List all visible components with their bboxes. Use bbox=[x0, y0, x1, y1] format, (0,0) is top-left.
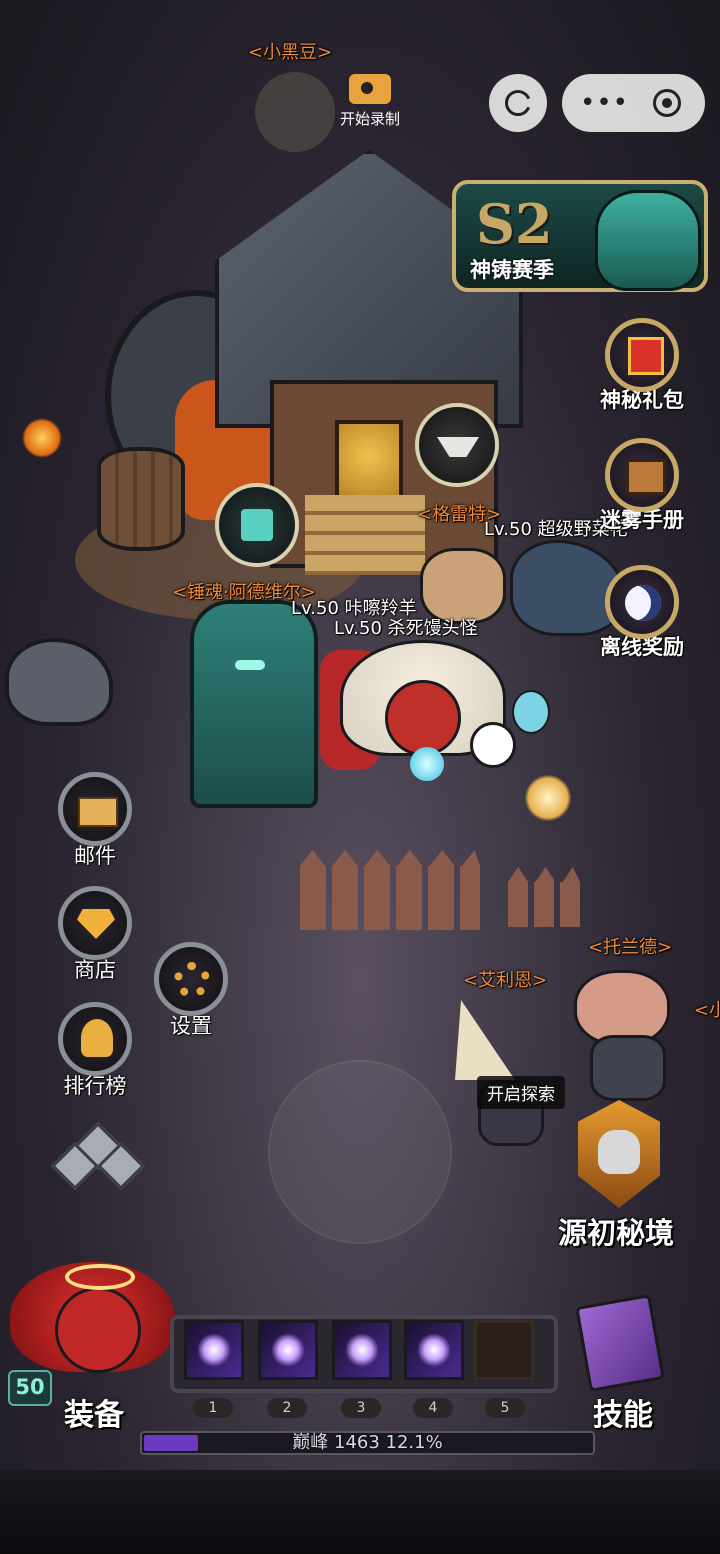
npc-name-offscreen: <小 bbox=[694, 1000, 720, 1021]
skill-slot-4[interactable] bbox=[404, 1320, 464, 1380]
npc-black-bean[interactable] bbox=[255, 72, 335, 152]
gift-circle bbox=[605, 318, 679, 392]
rank-progress-text: 巅峰 1463 12.1% bbox=[292, 1432, 443, 1453]
book-circle bbox=[605, 438, 679, 512]
pet-clown bbox=[470, 722, 516, 768]
pacman-icon bbox=[505, 90, 531, 116]
helmet-icon bbox=[81, 1019, 113, 1057]
npc-name-pig: <托兰德> bbox=[588, 937, 673, 958]
moon-icon bbox=[625, 585, 661, 621]
skill-slot-1[interactable] bbox=[184, 1320, 244, 1380]
start-explore-button[interactable]: 开启探索 bbox=[477, 1076, 565, 1109]
barrel bbox=[97, 447, 185, 551]
forge-icon bbox=[241, 509, 273, 541]
season-mask-icon bbox=[595, 190, 701, 291]
npc-name-wizard: <艾利恩> bbox=[463, 970, 548, 991]
gift-icon bbox=[628, 337, 664, 375]
skills-button[interactable] bbox=[570, 1288, 670, 1392]
shop-button[interactable]: 商店 bbox=[50, 886, 140, 984]
mystery-gift-button[interactable]: 神秘礼包 bbox=[600, 318, 684, 414]
wooden-fence bbox=[508, 867, 580, 927]
equip-button[interactable]: 装备 bbox=[64, 1390, 124, 1434]
record-label: 开始录制 bbox=[339, 110, 400, 128]
slot-number: 1 bbox=[193, 1398, 233, 1418]
shop-circle bbox=[58, 886, 132, 960]
magic-orb bbox=[410, 747, 444, 781]
meteor-shower-icon bbox=[417, 1333, 451, 1367]
player-avatar[interactable] bbox=[10, 1232, 175, 1392]
settings-circle bbox=[154, 942, 228, 1016]
spellbook-icon bbox=[575, 1294, 665, 1392]
gold-orb[interactable] bbox=[525, 775, 571, 821]
dome-shield-icon bbox=[345, 1333, 379, 1367]
anvil-button[interactable] bbox=[415, 403, 499, 487]
skull-icon bbox=[598, 1130, 640, 1174]
offline-reward-button[interactable]: 离线奖励 bbox=[600, 565, 684, 661]
gear-icon bbox=[174, 962, 210, 998]
mail-icon bbox=[78, 797, 118, 827]
fog-manual-button[interactable]: 迷雾手册 bbox=[600, 438, 684, 534]
skills-label: 技能 bbox=[593, 1398, 653, 1433]
player-hero-face bbox=[385, 680, 461, 756]
season-label: 神铸赛季 bbox=[470, 258, 554, 282]
torch bbox=[22, 418, 62, 458]
rock bbox=[5, 638, 113, 726]
virtual-joystick[interactable] bbox=[268, 1060, 452, 1244]
footer-bar bbox=[0, 1470, 720, 1554]
leaderboard-button[interactable]: 排行榜 bbox=[50, 1002, 140, 1100]
leaderboard-circle bbox=[58, 1002, 132, 1076]
skill-slot-3[interactable] bbox=[332, 1320, 392, 1380]
npc-wizard-hat bbox=[455, 1000, 515, 1080]
skill-slot-2[interactable] bbox=[258, 1320, 318, 1380]
npc-hammer-soul-statue[interactable] bbox=[190, 600, 318, 808]
avatar-head bbox=[55, 1287, 141, 1373]
slot-number: 2 bbox=[267, 1398, 307, 1418]
player-name: Lv.50 杀死馒头怪 bbox=[334, 618, 478, 639]
settings-button[interactable]: 设置 bbox=[146, 942, 236, 1040]
skill-slot-5[interactable] bbox=[474, 1320, 534, 1380]
gem-icon bbox=[77, 909, 115, 939]
player-cow[interactable] bbox=[420, 548, 506, 624]
slot-number: 5 bbox=[485, 1398, 525, 1418]
balloon bbox=[512, 690, 550, 734]
level-badge: 50 bbox=[8, 1370, 52, 1406]
book-icon bbox=[626, 459, 666, 495]
slot-number: 3 bbox=[341, 1398, 381, 1418]
season-badge: S2 bbox=[476, 192, 553, 256]
secret-realm-button[interactable] bbox=[568, 1100, 678, 1210]
house-stairs bbox=[305, 495, 425, 575]
light-beam-icon bbox=[271, 1333, 305, 1367]
more-options-icon[interactable]: ••• bbox=[580, 88, 629, 118]
statue-eye bbox=[235, 660, 265, 670]
record-button[interactable]: 开始录制 bbox=[330, 74, 410, 129]
expand-menu-button[interactable] bbox=[50, 1121, 146, 1191]
moon-circle bbox=[605, 565, 679, 639]
npc-name-black-bean: <小黑豆> bbox=[248, 42, 333, 63]
minigame-home-button[interactable] bbox=[489, 74, 547, 132]
slot-number: 4 bbox=[413, 1398, 453, 1418]
secret-realm-label: 源初秘境 bbox=[558, 1216, 675, 1250]
forge-button[interactable] bbox=[215, 483, 299, 567]
wooden-fence bbox=[300, 850, 480, 930]
comet-icon bbox=[197, 1333, 231, 1367]
halo-icon bbox=[65, 1264, 135, 1290]
anvil-icon bbox=[437, 437, 479, 457]
video-camera-icon bbox=[349, 74, 391, 104]
npc-pig-body bbox=[590, 1035, 666, 1101]
mail-button[interactable]: 邮件 bbox=[50, 772, 140, 870]
close-target-icon[interactable] bbox=[653, 89, 681, 117]
mail-circle bbox=[58, 772, 132, 846]
